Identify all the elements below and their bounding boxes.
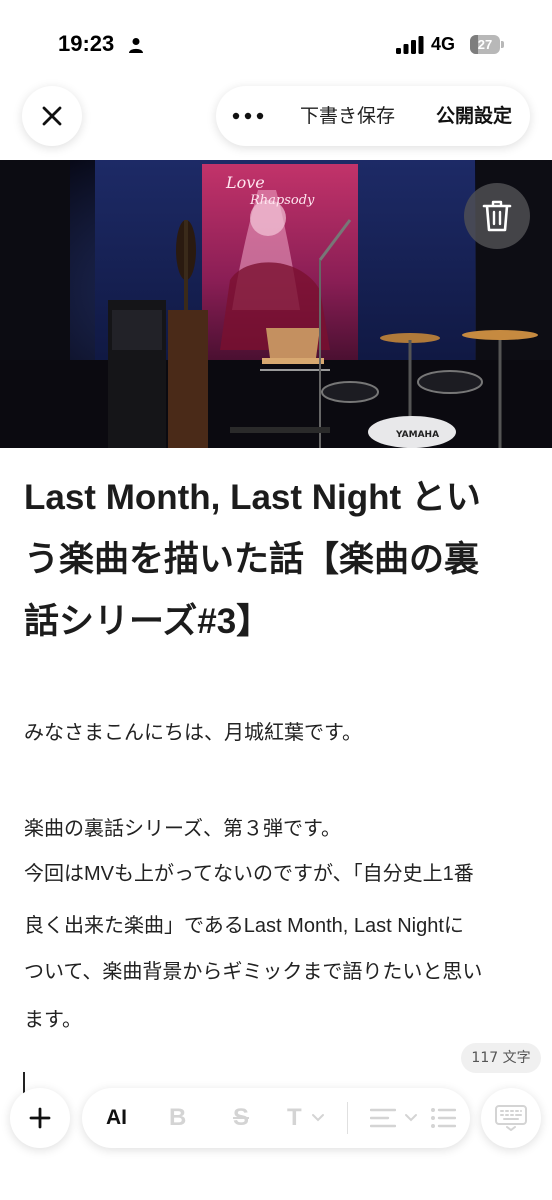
person-icon [129, 38, 143, 53]
close-icon [42, 106, 62, 126]
battery-level: 27 [477, 37, 493, 52]
keyboard-toggle-button[interactable] [481, 1088, 541, 1148]
more-dots-icon [232, 112, 264, 120]
poster-title-line2: Rhapsody [249, 193, 315, 208]
publish-settings-button[interactable]: 公開設定 [436, 86, 512, 146]
chevron-down-icon [312, 1114, 324, 1122]
ai-button[interactable]: AI [106, 1088, 127, 1148]
keyboard-icon [495, 1105, 527, 1131]
article-body-line[interactable]: 楽曲の裏話シリーズ、第３弾です。 [24, 814, 341, 844]
heading-button[interactable]: T [287, 1088, 302, 1148]
chevron-down-icon [405, 1114, 417, 1122]
save-draft-button[interactable]: 下書き保存 [300, 86, 395, 146]
article-title[interactable]: Last Month, Last Night とい う楽曲を描いた話【楽曲の裏 … [24, 467, 530, 653]
article-body-line[interactable]: ついて、楽曲背景からギミックまで語りたいと思い [24, 957, 482, 987]
signal-icon [396, 36, 424, 54]
article-title-line: 話シリーズ#3】 [24, 602, 272, 641]
article-body-line[interactable]: ます。 [24, 1005, 82, 1035]
top-actions-bar: 下書き保存 公開設定 [216, 86, 530, 146]
trash-icon [482, 200, 512, 232]
article-body-line[interactable]: 良く出来た楽曲」であるLast Month, Last Nightに [24, 911, 464, 941]
add-block-button[interactable] [10, 1088, 70, 1148]
drum-brand: YAMAHA [395, 430, 439, 440]
delete-image-button[interactable] [464, 183, 530, 249]
poster-title-line1: Love [225, 173, 265, 192]
format-toolbar: AI B S T [82, 1088, 470, 1148]
align-icon[interactable] [370, 1107, 396, 1129]
plus-icon [29, 1107, 51, 1129]
article-title-line: Last Month, Last Night とい [24, 478, 481, 517]
close-button[interactable] [22, 86, 82, 146]
status-bar: 19:23 4G 27 [0, 0, 552, 80]
article-body-line[interactable]: 今回はMVも上がってないのですが、「自分史上1番 [24, 859, 474, 889]
toolbar-divider [347, 1102, 348, 1134]
more-button[interactable] [230, 86, 266, 146]
strikethrough-button[interactable]: S [233, 1088, 249, 1148]
status-time: 19:23 [58, 31, 115, 56]
article-title-line: う楽曲を描いた話【楽曲の裏 [24, 540, 480, 579]
article-body-line[interactable]: みなさまこんにちは、月城紅葉です。 [24, 718, 362, 748]
char-count-badge: 117 文字 [461, 1043, 541, 1073]
bullet-list-icon[interactable] [430, 1107, 456, 1129]
bold-button[interactable]: B [169, 1088, 186, 1148]
battery-icon: 27 [470, 35, 504, 54]
network-label: 4G [431, 34, 456, 54]
